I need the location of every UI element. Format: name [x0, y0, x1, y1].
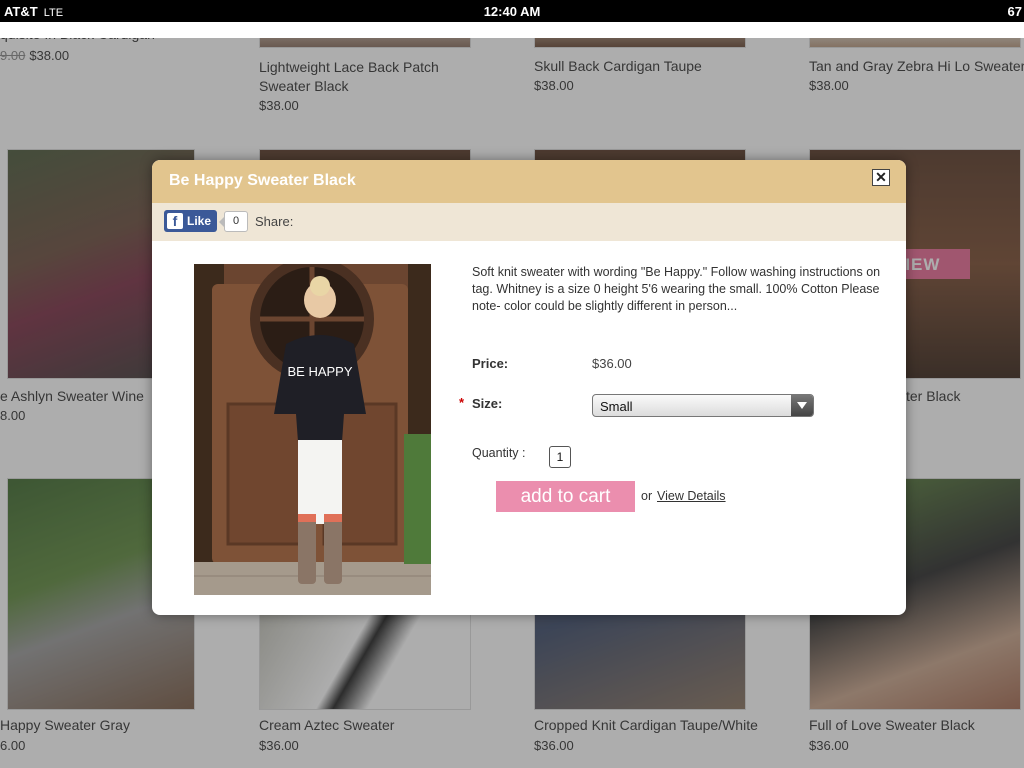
product-photo-illustration: BE HAPPY [194, 264, 431, 595]
chevron-down-icon [791, 395, 813, 416]
quick-view-modal: Be Happy Sweater Black ✕ f Like 0 Share: [152, 160, 906, 615]
modal-header: Be Happy Sweater Black ✕ [152, 160, 906, 203]
header-strip [0, 22, 1024, 38]
size-select[interactable]: Small [592, 394, 814, 417]
close-button[interactable]: ✕ [872, 169, 890, 186]
close-icon: ✕ [875, 169, 887, 185]
like-count: 0 [219, 211, 248, 232]
battery-level: 67 [1007, 4, 1022, 19]
required-marker: * [459, 395, 465, 410]
price-value: $36.00 [592, 356, 632, 371]
share-label: Share: [255, 214, 294, 229]
sweater-text: BE HAPPY [287, 364, 352, 379]
quantity-label: Quantity : [472, 446, 526, 460]
product-description: Soft knit sweater with wording "Be Happy… [472, 265, 881, 313]
status-bar: AT&T LTE 12:40 AM 67 [0, 0, 1024, 22]
like-label: Like [187, 214, 212, 228]
clock: 12:40 AM [483, 4, 541, 19]
size-selected-value: Small [600, 399, 633, 414]
product-photo: BE HAPPY [194, 264, 431, 595]
quantity-input[interactable]: 1 [549, 446, 571, 468]
price-label: Price: [472, 356, 509, 371]
or-label: or [641, 489, 653, 503]
size-label: Size: [472, 396, 503, 411]
facebook-like-button[interactable]: f Like [164, 210, 217, 232]
add-to-cart-button[interactable]: add to cart [496, 481, 635, 512]
view-details-link[interactable]: View Details [657, 489, 726, 503]
social-bar: f Like 0 Share: [152, 203, 906, 241]
modal-title: Be Happy Sweater Black [169, 172, 356, 189]
facebook-icon: f [167, 213, 183, 229]
